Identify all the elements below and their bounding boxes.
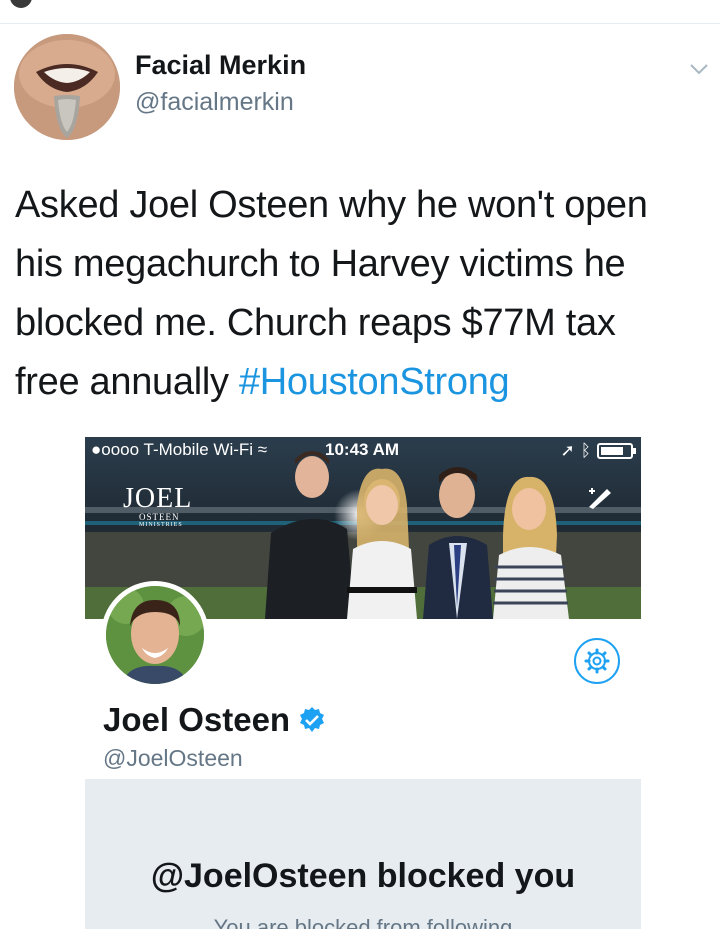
verified-icon [300,707,325,732]
banner-logo: JOEL OSTEEN MINISTRIES [123,483,192,528]
profile-avatar[interactable] [101,581,209,689]
blocked-notice: @JoelOsteen blocked you You are blocked … [85,779,641,929]
blocked-subtitle: You are blocked from following [213,915,513,929]
gear-icon [584,648,610,674]
battery-icon [597,443,636,459]
profile-handle: @JoelOsteen [103,745,243,771]
tweet-text-line: Asked Joel Osteen why he won't open [15,184,648,226]
hashtag-link[interactable]: #HoustonStrong [239,361,510,403]
tweet-text: Asked Joel Osteen why he won't open his … [15,176,715,412]
settings-gear-button[interactable] [574,638,620,684]
tweet-author-avatar[interactable] [14,34,120,140]
tweet-text-line: free annually #HoustonStrong [15,353,715,412]
tweet-text-line: his megachurch to Harvey victims he [15,243,626,285]
carrier-text: ●oooo T-Mobile Wi-Fi [91,440,258,459]
top-divider [0,0,720,24]
profile-name-row: Joel Osteen [103,701,326,739]
profile-name: Joel Osteen [103,701,291,738]
location-arrow-icon: ➚ [560,441,575,460]
status-right-icons: ➚ ᛒ [560,441,636,461]
banner-logo-sub2: MINISTRIES [139,522,183,528]
carrier-label: ●oooo T-Mobile Wi-Fi ≈ [91,440,267,460]
embedded-screenshot: ●oooo T-Mobile Wi-Fi ≈ 10:43 AM ➚ ᛒ JOEL… [85,437,641,929]
bluetooth-icon: ᛒ [580,441,591,460]
tweet-text-line: blocked me. Church reaps $77M tax [15,302,616,344]
tweet-author-name[interactable]: Facial Merkin [135,50,306,81]
previous-avatar-fragment [10,0,32,8]
tweet-author-handle[interactable]: @facialmerkin [135,88,294,117]
phone-status-bar: ●oooo T-Mobile Wi-Fi ≈ 10:43 AM ➚ ᛒ [85,437,641,463]
status-time: 10:43 AM [325,440,400,459]
compose-icon[interactable] [585,487,615,509]
tweet-text-line-end: free annually [15,361,239,403]
blocked-title: @JoelOsteen blocked you [150,857,576,895]
banner-logo-main: JOEL [123,483,193,514]
chevron-down-icon[interactable] [688,58,710,80]
wifi-icon: ≈ [257,440,268,459]
